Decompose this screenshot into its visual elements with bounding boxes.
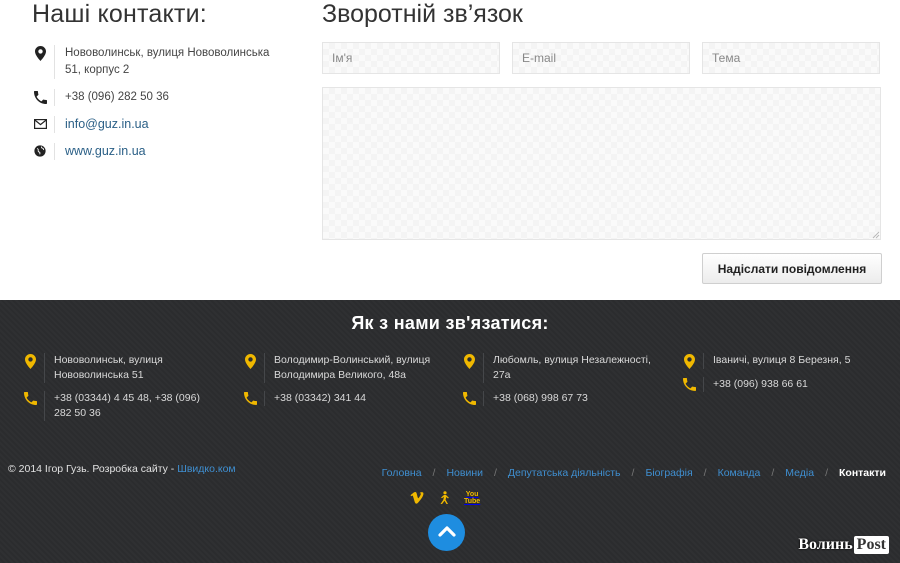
subject-input[interactable] xyxy=(702,42,880,74)
office-phone-row: +38 (096) 938 66 61 xyxy=(681,377,891,392)
map-pin-icon xyxy=(22,353,38,369)
map-pin-icon xyxy=(681,353,697,369)
feedback-title: Зворотній зв’язок xyxy=(322,0,523,28)
social-links: You Tube xyxy=(410,491,494,505)
footer-menu: Головна / Новини / Депутатська діяльніст… xyxy=(382,467,886,479)
menu-item-news[interactable]: Новини xyxy=(446,467,483,479)
office-phone-row: +38 (03342) 341 44 xyxy=(242,391,452,406)
contact-phone-text: +38 (096) 282 50 36 xyxy=(65,91,169,103)
office-phone: +38 (03344) 4 45 48, +38 (096) 282 50 36 xyxy=(54,392,200,419)
divider xyxy=(703,377,704,392)
office-address-row: Нововолинськ, вулиця Нововолинська 51 xyxy=(22,353,232,383)
menu-item-activity[interactable]: Депутатська діяльність xyxy=(508,467,621,479)
contact-website: www.guz.in.ua xyxy=(32,143,146,160)
office-address-row: Володимир-Волинський, вулиця Володимира … xyxy=(242,353,452,383)
menu-item-home[interactable]: Головна xyxy=(382,467,422,479)
divider xyxy=(264,353,265,383)
contacts-section: Наші контакти: Нововолинськ, вулиця Ново… xyxy=(0,0,900,300)
map-pin-icon xyxy=(242,353,258,369)
walker-icon[interactable] xyxy=(438,491,450,505)
volyn-post-watermark: Волинь Post xyxy=(798,536,889,554)
office-address-row: Любомль, вулиця Незалежності, 27а xyxy=(461,353,671,383)
divider xyxy=(54,143,55,160)
vimeo-icon[interactable] xyxy=(410,492,424,504)
watermark-text: Волинь xyxy=(798,536,853,553)
menu-separator: / xyxy=(494,467,497,479)
watermark-badge: Post xyxy=(853,536,889,554)
divider xyxy=(703,353,704,369)
office-address: Іваничі, вулиця 8 Березня, 5 xyxy=(713,354,851,366)
office-phone: +38 (096) 938 66 61 xyxy=(713,378,808,390)
contact-website-link[interactable]: www.guz.in.ua xyxy=(65,143,146,160)
contact-address: Нововолинськ, вулиця Нововолинська 51, к… xyxy=(32,45,280,79)
youtube-label-top: You xyxy=(465,491,479,498)
name-input[interactable] xyxy=(322,42,500,74)
divider xyxy=(264,391,265,406)
resize-grip-icon[interactable] xyxy=(871,230,880,239)
footer-title: Як з нами зв'язатися: xyxy=(351,313,549,333)
copyright-text: © 2014 Ігор Гузь. Розробка сайту - xyxy=(8,463,178,475)
office-card: Іваничі, вулиця 8 Березня, 5 +38 (096) 9… xyxy=(681,353,891,400)
divider xyxy=(483,391,484,406)
email-input[interactable] xyxy=(512,42,690,74)
scroll-to-top-button[interactable] xyxy=(428,514,465,551)
footer: Як з нами зв'язатися: Нововолинськ, вули… xyxy=(0,300,900,563)
chevron-up-icon xyxy=(437,524,456,542)
menu-separator: / xyxy=(631,467,635,479)
menu-item-biography[interactable]: Біографія xyxy=(645,467,692,479)
globe-icon xyxy=(32,143,48,159)
office-phone-row: +38 (03344) 4 45 48, +38 (096) 282 50 36 xyxy=(22,391,232,421)
phone-icon xyxy=(681,377,697,391)
divider xyxy=(54,89,55,106)
menu-separator: / xyxy=(432,467,436,479)
phone-icon xyxy=(32,89,48,105)
menu-separator: / xyxy=(703,467,707,479)
office-card: Володимир-Волинський, вулиця Володимира … xyxy=(242,353,452,414)
menu-separator: / xyxy=(825,467,828,479)
envelope-icon xyxy=(32,116,48,132)
phone-icon xyxy=(461,391,477,405)
developer-link[interactable]: Швидко.ком xyxy=(177,463,235,475)
divider xyxy=(54,116,55,133)
menu-item-team[interactable]: Команда xyxy=(718,467,761,479)
send-message-button[interactable]: Надіслати повідомлення xyxy=(702,253,882,284)
contact-email-link[interactable]: info@guz.in.ua xyxy=(65,116,149,133)
divider xyxy=(44,391,45,421)
contacts-title: Наші контакти: xyxy=(32,0,207,28)
office-address-row: Іваничі, вулиця 8 Березня, 5 xyxy=(681,353,891,369)
divider xyxy=(44,353,45,383)
office-address: Любомль, вулиця Незалежності, 27а xyxy=(493,354,651,381)
youtube-label-bottom: Tube xyxy=(464,498,481,505)
office-phone-row: +38 (068) 998 67 73 xyxy=(461,391,671,406)
message-textarea[interactable] xyxy=(322,87,881,240)
menu-item-media[interactable]: Медіа xyxy=(785,467,814,479)
contact-email: info@guz.in.ua xyxy=(32,116,149,133)
map-pin-icon xyxy=(32,45,48,61)
office-card: Нововолинськ, вулиця Нововолинська 51 +3… xyxy=(22,353,232,429)
divider xyxy=(483,353,484,383)
office-address: Нововолинськ, вулиця Нововолинська 51 xyxy=(54,354,163,381)
office-card: Любомль, вулиця Незалежності, 27а +38 (0… xyxy=(461,353,671,414)
map-pin-icon xyxy=(461,353,477,369)
office-phone: +38 (068) 998 67 73 xyxy=(493,392,588,404)
contact-phone: +38 (096) 282 50 36 xyxy=(32,89,169,106)
copyright: © 2014 Ігор Гузь. Розробка сайту - Швидк… xyxy=(8,463,236,475)
menu-separator: / xyxy=(771,467,775,479)
phone-icon xyxy=(242,391,258,405)
menu-item-contacts[interactable]: Контакти xyxy=(839,467,886,479)
youtube-icon[interactable]: You Tube xyxy=(464,491,480,505)
phone-icon xyxy=(22,391,38,405)
divider xyxy=(54,45,55,79)
contact-address-text: Нововолинськ, вулиця Нововолинська 51, к… xyxy=(65,47,270,76)
office-phone: +38 (03342) 341 44 xyxy=(274,392,366,404)
office-address: Володимир-Волинський, вулиця Володимира … xyxy=(274,354,431,381)
